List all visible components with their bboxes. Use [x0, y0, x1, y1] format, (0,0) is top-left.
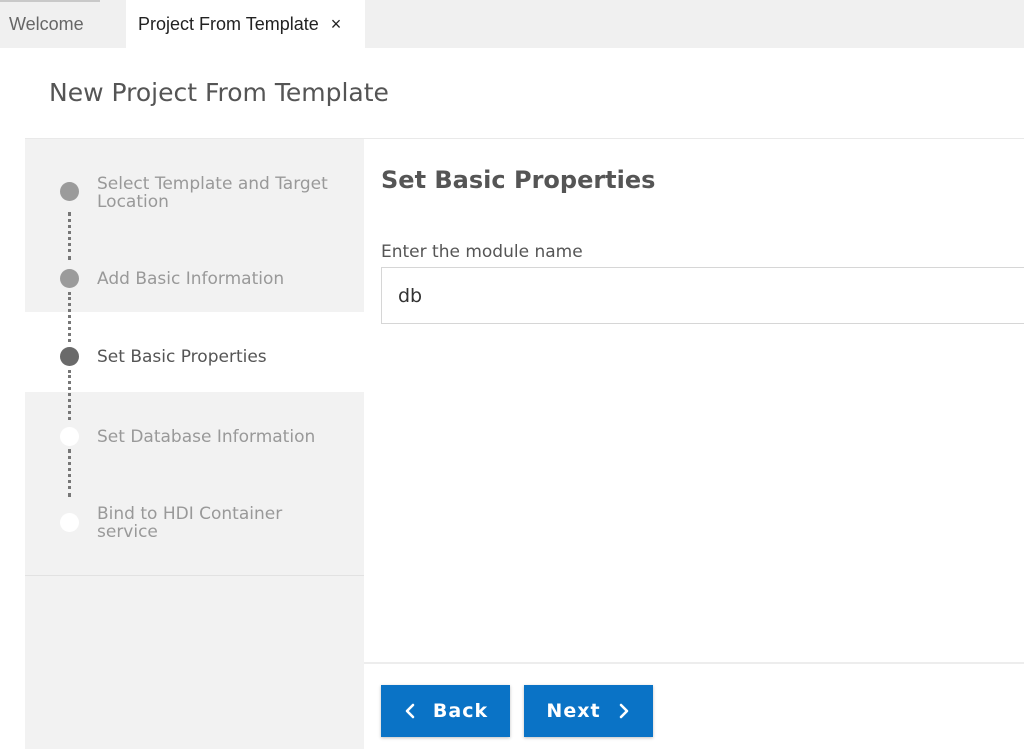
step-bind-hdi-container[interactable]: Bind to HDI Container service: [97, 505, 337, 541]
sidebar-divider: [25, 575, 364, 576]
step-set-database-information[interactable]: Set Database Information: [97, 428, 337, 446]
step-label-line: Set Basic Properties: [97, 347, 267, 367]
back-button-label: Back: [432, 700, 489, 722]
step-select-template[interactable]: Select Template and Target Location: [97, 175, 337, 211]
step-connector: [68, 292, 71, 342]
tab-project-from-template[interactable]: Project From Template ×: [126, 0, 365, 48]
module-name-label: Enter the module name: [381, 242, 583, 262]
step-set-basic-properties[interactable]: Set Basic Properties: [97, 348, 337, 366]
step-indicator-done: [60, 182, 79, 201]
step-indicator-todo: [60, 513, 79, 532]
step-label-line: service: [97, 522, 158, 542]
step-label-line: Location: [97, 192, 169, 212]
next-button[interactable]: Next: [524, 685, 653, 737]
step-title: Set Basic Properties: [381, 166, 656, 194]
module-name-input[interactable]: [381, 267, 1024, 324]
step-connector: [68, 370, 71, 420]
close-icon[interactable]: ×: [331, 14, 342, 35]
tab-welcome[interactable]: Welcome: [0, 0, 126, 48]
step-connector: [68, 212, 71, 260]
tab-project-label: Project From Template: [138, 13, 319, 34]
tab-bar: Welcome Project From Template ×: [0, 0, 1024, 48]
chevron-right-icon: [619, 703, 628, 719]
tab-welcome-label: Welcome: [9, 13, 84, 34]
footer-divider: [364, 662, 1024, 664]
step-connector: [68, 449, 71, 497]
back-button[interactable]: Back: [381, 685, 510, 737]
step-add-basic-information[interactable]: Add Basic Information: [97, 270, 337, 288]
page-title: New Project From Template: [49, 78, 389, 107]
step-label-line: Add Basic Information: [97, 269, 285, 289]
step-indicator-done: [60, 269, 79, 288]
step-label-line: Bind to HDI Container: [97, 504, 283, 524]
step-indicator-todo: [60, 427, 79, 446]
step-label-line: Set Database Information: [97, 427, 316, 447]
next-button-label: Next: [546, 700, 601, 722]
step-label-line: Select Template and Target: [97, 174, 328, 194]
step-indicator-current: [60, 347, 79, 366]
chevron-left-icon: [405, 703, 415, 719]
